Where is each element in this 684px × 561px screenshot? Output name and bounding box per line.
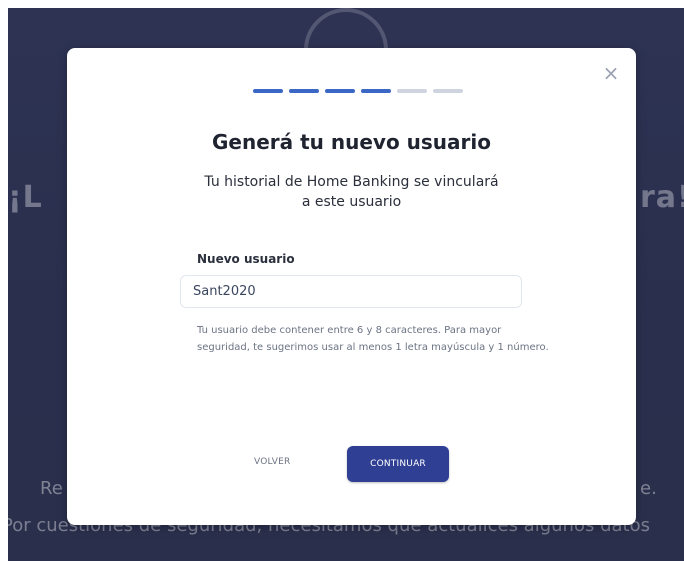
- username-helper-text: Tu usuario debe contener entre 6 y 8 car…: [197, 322, 557, 356]
- background-text-left: Re: [40, 478, 63, 499]
- background-headline-left: ¡L: [8, 180, 43, 215]
- modal-subtitle: Tu historial de Home Banking se vincular…: [67, 172, 636, 212]
- continue-button[interactable]: CONTINUAR: [347, 446, 449, 482]
- username-helper-line-1: Tu usuario debe contener entre 6 y 8 car…: [197, 325, 502, 336]
- background-text-right: e.: [640, 478, 657, 499]
- step-5: [397, 89, 427, 93]
- progress-stepper: [253, 88, 463, 94]
- new-username-label: Nuevo usuario: [197, 252, 295, 266]
- modal-title: Generá tu nuevo usuario: [212, 130, 491, 154]
- modal-subtitle-line-2: a este usuario: [301, 194, 402, 210]
- step-3: [325, 89, 355, 93]
- close-icon[interactable]: ×: [600, 62, 622, 84]
- step-6: [433, 89, 463, 93]
- background-headline-right: ra!: [640, 180, 684, 215]
- step-1: [253, 89, 283, 93]
- step-2: [289, 89, 319, 93]
- new-username-field: [180, 275, 522, 308]
- username-helper-line-2: seguridad, te sugerimos usar al menos 1 …: [197, 342, 549, 353]
- new-username-input[interactable]: [181, 276, 521, 307]
- create-username-modal: × Generá tu nuevo usuario Tu historial d…: [67, 48, 636, 525]
- step-4: [361, 89, 391, 93]
- back-button[interactable]: VOLVER: [254, 457, 290, 467]
- modal-subtitle-line-1: Tu historial de Home Banking se vincular…: [204, 174, 499, 190]
